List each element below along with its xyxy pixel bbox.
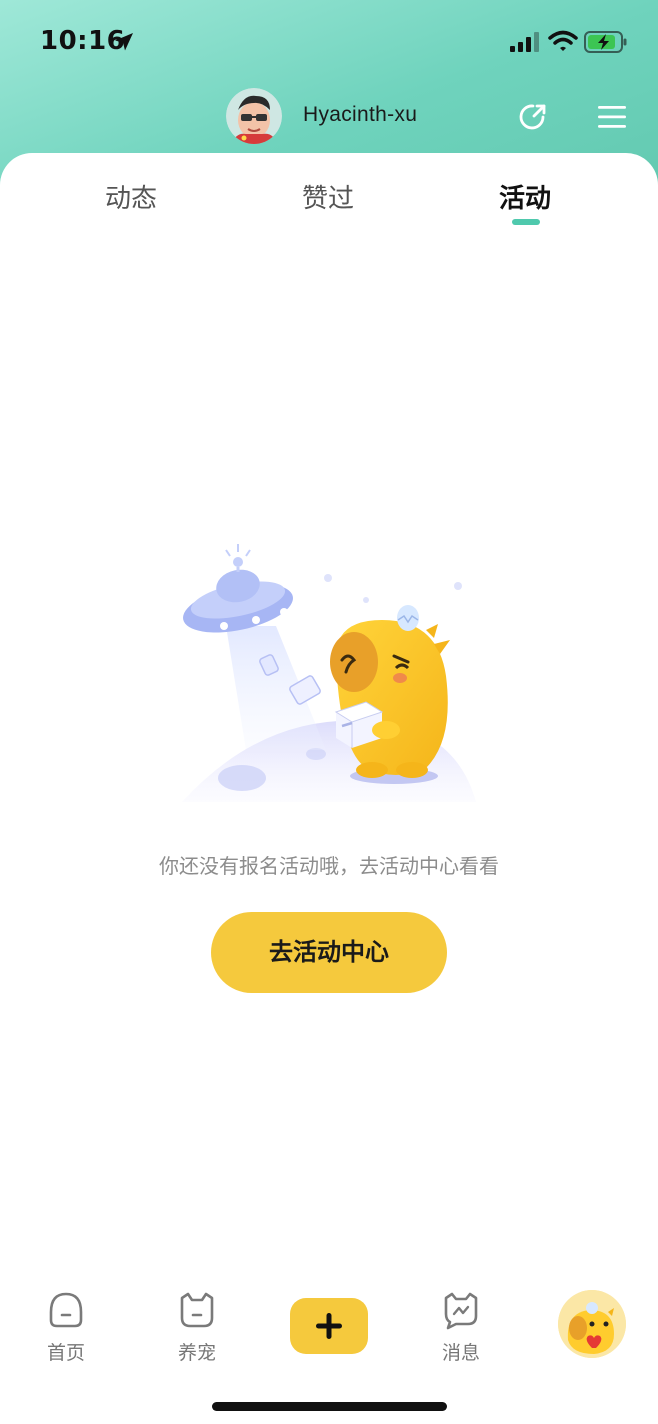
add-post-button[interactable] [290, 1298, 368, 1354]
nav-profile-avatar[interactable] [558, 1290, 626, 1358]
message-cat-icon [444, 1292, 478, 1330]
cellular-signal-icon [510, 32, 539, 52]
tab-activities[interactable]: 活动 [499, 178, 551, 215]
plus-icon [316, 1313, 342, 1339]
nav-pets-label: 养宠 [177, 1342, 216, 1364]
home-indicator [212, 1402, 447, 1411]
nav-home[interactable]: 首页 [26, 1290, 106, 1370]
home-face-icon [49, 1292, 83, 1328]
wifi-icon [548, 30, 578, 51]
share-icon[interactable] [517, 101, 549, 133]
empty-state-illustration [182, 544, 476, 802]
empty-state-message: 你还没有报名活动哦，去活动中心看看 [159, 854, 499, 878]
user-avatar[interactable] [226, 88, 282, 144]
tab-liked[interactable]: 赞过 [302, 178, 354, 215]
active-tab-indicator [512, 219, 540, 225]
nav-messages[interactable]: 消息 [421, 1290, 501, 1370]
location-arrow-icon [115, 33, 133, 51]
go-activity-center-button[interactable]: 去活动中心 [211, 912, 447, 993]
menu-icon[interactable] [597, 104, 627, 130]
nav-messages-label: 消息 [441, 1342, 480, 1364]
username[interactable]: Hyacinth-xu [303, 103, 417, 127]
tab-posts[interactable]: 动态 [105, 178, 157, 215]
status-bar: 10:16 [0, 0, 658, 84]
cat-face-icon [180, 1292, 214, 1328]
nav-home-label: 首页 [46, 1342, 85, 1364]
profile-mascot-icon [558, 1290, 626, 1358]
battery-charging-icon [584, 31, 627, 53]
nav-pets[interactable]: 养宠 [157, 1290, 237, 1370]
